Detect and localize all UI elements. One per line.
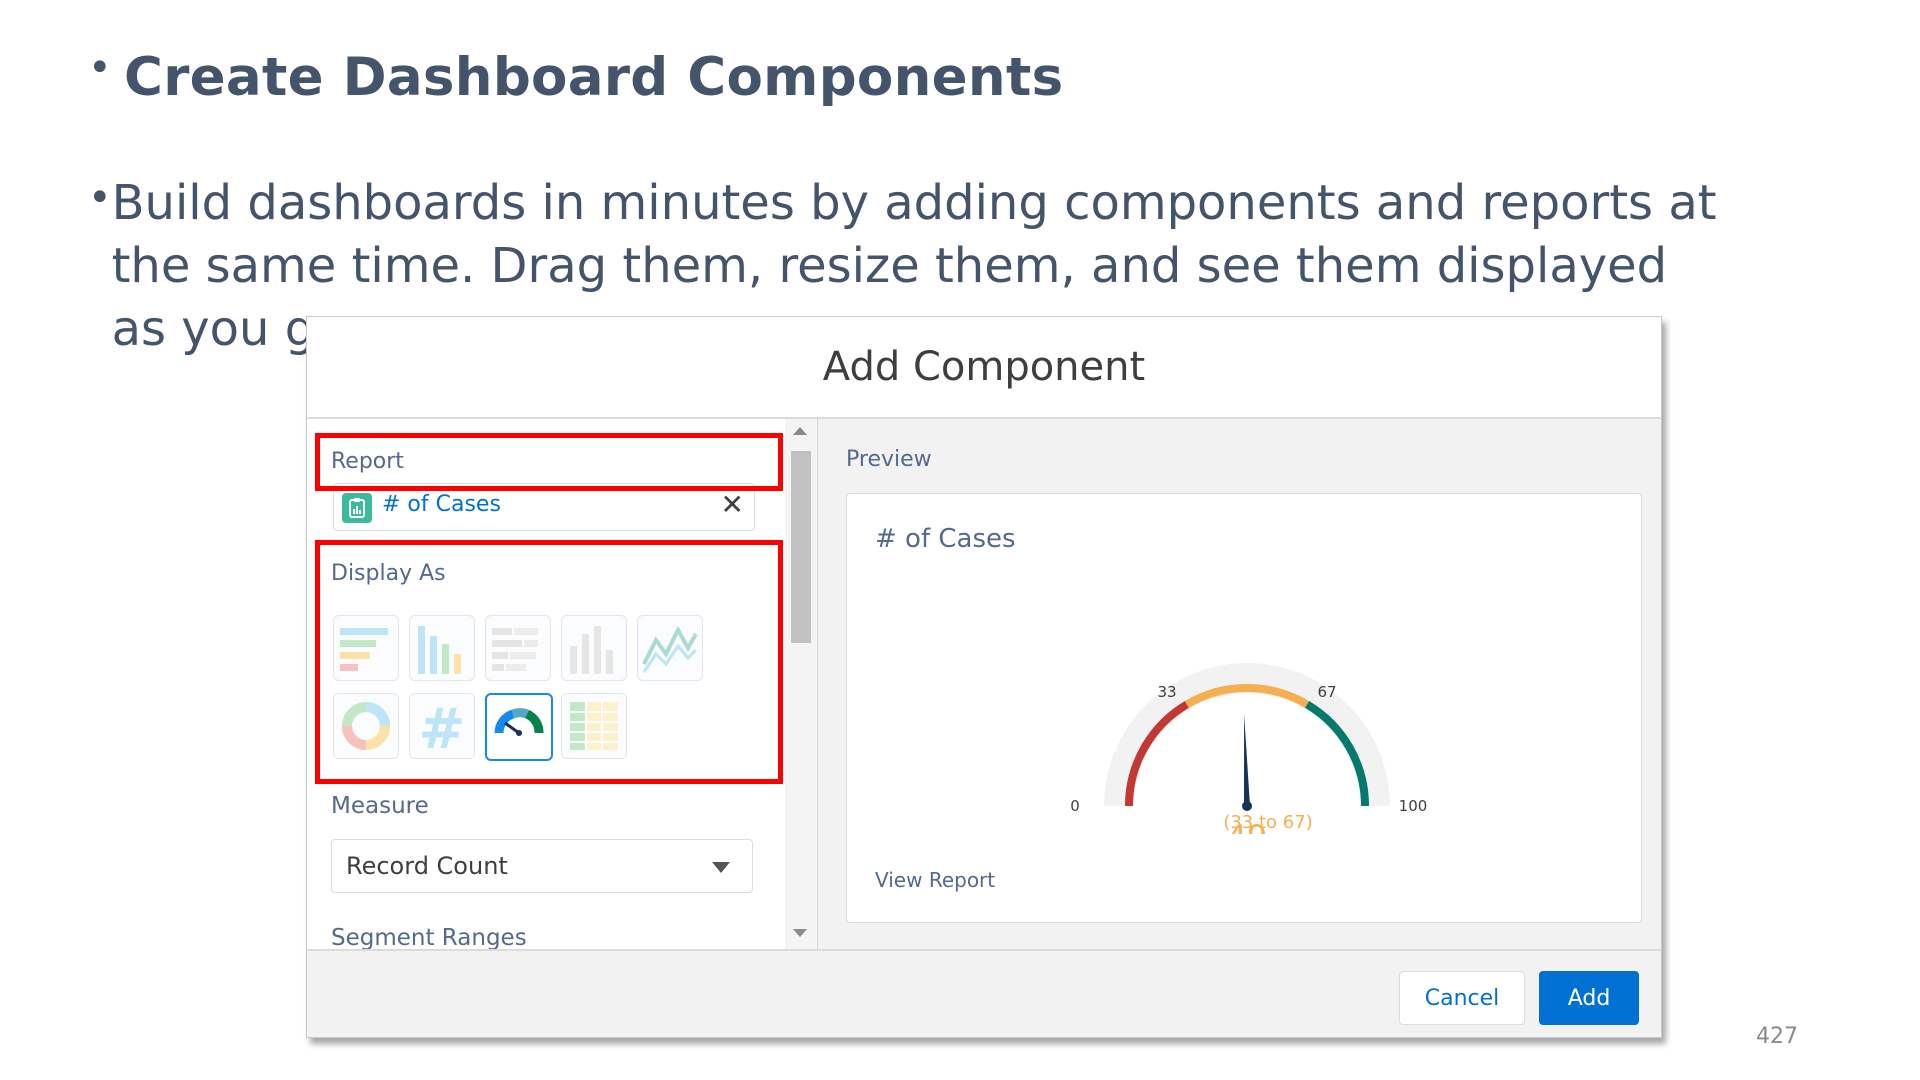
- view-report-link[interactable]: View Report: [875, 868, 995, 892]
- preview-card: # of Cases 0 33 67 100 49 (33 to 67) Vie…: [846, 493, 1642, 923]
- add-button[interactable]: Add: [1539, 971, 1639, 1025]
- scroll-down-icon[interactable]: [793, 929, 807, 937]
- chevron-down-icon: [712, 862, 730, 873]
- segment-ranges-label: Segment Ranges: [331, 925, 527, 949]
- preview-label: Preview: [846, 447, 932, 472]
- gauge-needle: [1244, 714, 1250, 807]
- display-as-highlight-box: [315, 540, 783, 784]
- clear-report-icon[interactable]: ✕: [721, 488, 744, 521]
- gauge-range-label: (33 to 67): [1223, 812, 1313, 833]
- settings-scrollbar[interactable]: [785, 419, 818, 949]
- gauge-label-max: 100: [1399, 797, 1428, 815]
- scroll-up-icon[interactable]: [793, 427, 807, 435]
- page-number: 427: [1756, 1024, 1798, 1049]
- gauge-label-67: 67: [1317, 683, 1336, 701]
- measure-select[interactable]: Record Count: [331, 839, 753, 893]
- cancel-button[interactable]: Cancel: [1399, 971, 1525, 1025]
- gauge-needle-hub: [1242, 801, 1252, 811]
- report-icon: [342, 493, 372, 523]
- gauge-label-min: 0: [1070, 797, 1080, 815]
- report-name[interactable]: # of Cases: [382, 492, 501, 517]
- gauge-label-33: 33: [1157, 683, 1176, 701]
- measure-value: Record Count: [346, 852, 508, 880]
- report-highlight-box: [315, 433, 783, 491]
- measure-label: Measure: [331, 793, 429, 819]
- modal-footer: Cancel Add: [307, 949, 1661, 1037]
- slide-title-bullet: • Create Dashboard Components: [88, 42, 1063, 114]
- scrollbar-thumb[interactable]: [791, 451, 811, 643]
- preview-card-title: # of Cases: [875, 524, 1016, 554]
- gauge-chart: 0 33 67 100 49: [1070, 663, 1428, 834]
- slide-title: Create Dashboard Components: [124, 47, 1064, 108]
- bullet-dot: •: [88, 45, 112, 91]
- preview-pane: Preview # of Cases 0 33 67 100 49 (33 to…: [818, 419, 1661, 949]
- modal-title: Add Component: [307, 317, 1661, 419]
- bullet-dot: •: [88, 175, 112, 221]
